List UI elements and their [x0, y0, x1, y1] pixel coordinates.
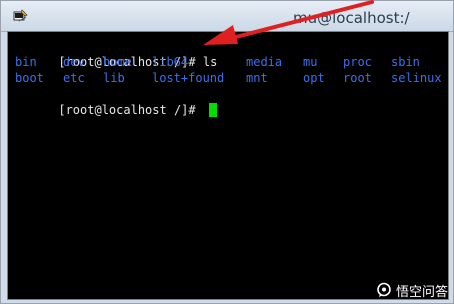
terminal-line-prompt: [root@localhost /]# — [15, 86, 217, 117]
dir-entry: mnt — [246, 71, 268, 85]
dir-entry: proc — [343, 55, 372, 69]
dir-entry: bin — [15, 55, 37, 69]
dir-entry: mu — [303, 55, 318, 69]
terminal-window: mu@localhost:/ [root@localhost /]# ls bi… — [0, 0, 454, 304]
dir-entry: media — [246, 55, 283, 69]
title-bar[interactable]: mu@localhost:/ — [1, 1, 453, 32]
terminal-line-command: [root@localhost /]# ls — [15, 38, 217, 69]
dir-entry: sbin — [391, 55, 420, 69]
watermark: 悟空问答 — [376, 280, 448, 300]
listing-row-1: bin dev home lib64 media mu proc sbin — [15, 54, 445, 70]
dir-entry: home — [103, 55, 132, 69]
dir-entry: dev — [63, 55, 85, 69]
dir-entry: opt — [303, 71, 325, 85]
dir-entry: root — [343, 71, 372, 85]
chat-bubble-icon — [377, 282, 391, 297]
terminal-screen[interactable]: [root@localhost /]# ls bin dev home lib6… — [7, 31, 449, 300]
dir-entry: selinux — [391, 71, 442, 85]
dir-entry: lib64 — [152, 55, 189, 69]
text-cursor[interactable] — [208, 103, 217, 117]
listing-row-2: boot etc lib lost+found mnt opt root sel… — [15, 70, 445, 86]
dir-entry: lib — [103, 71, 125, 85]
window-title: mu@localhost:/ — [293, 9, 410, 27]
dir-entry: lost+found — [152, 71, 225, 85]
watermark-text: 悟空问答 — [395, 284, 448, 300]
shell-prompt: [root@localhost /]# — [58, 103, 203, 117]
dir-entry: boot — [15, 71, 44, 85]
dir-entry: etc — [63, 71, 85, 85]
putty-terminal-icon[interactable] — [13, 8, 29, 24]
